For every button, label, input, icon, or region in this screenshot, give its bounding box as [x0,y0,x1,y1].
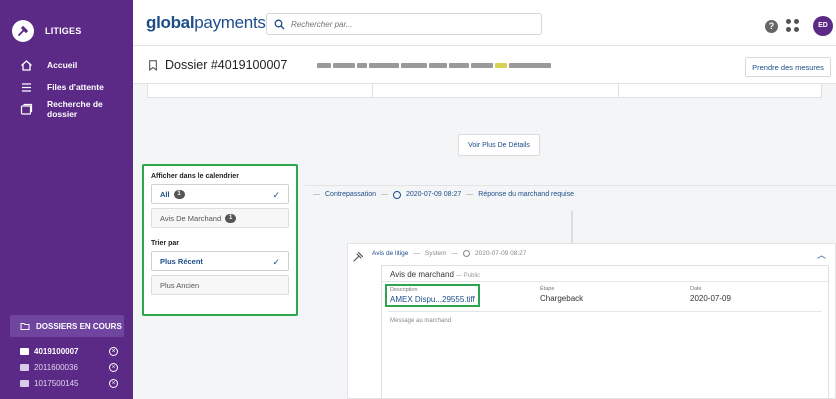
show-more-details-button[interactable]: Voir Plus De Détails [458,134,540,156]
calendar-label: Afficher dans le calendrier [151,173,239,180]
check-icon: ✓ [272,190,280,200]
sidebar-item-case-search[interactable]: Recherche de dossier [0,98,133,120]
logo-bold: global [146,13,195,32]
description-label: Description [390,287,418,293]
open-cases-list: 4019100007 × 2011600036 × 1017500145 × [10,343,124,391]
event-type: Avis de litige [372,250,409,257]
separator: — [380,191,388,198]
dossier-header: Dossier #4019100007 Prendre des mesures [133,46,836,84]
page-title: Dossier #4019100007 [165,58,288,72]
folder-search-icon [20,103,33,115]
card-title-text: Avis de marchand [390,270,454,279]
description-field[interactable]: Description AMEX Dispu...29555.tiff [385,284,480,307]
avatar[interactable]: ED [813,16,833,36]
open-cases-label: DOSSIERS EN COURS [36,321,122,331]
top-bar: globalpayments ? ED [133,0,836,46]
date-value: 2020-07-09 [690,294,731,303]
open-cases-header[interactable]: DOSSIERS EN COURS [10,315,124,337]
chevron-up-icon[interactable]: ︿ [817,248,826,261]
gavel-icon [353,251,364,262]
event-source: System [424,250,447,257]
timeline-status: Réponse du marchand requise [478,191,574,198]
case-number: 1017500145 [34,378,79,388]
card-title: Avis de marchand — Public [382,266,828,282]
list-icon [22,82,31,92]
home-icon [21,59,32,71]
option-label: Avis De Marchand [160,213,222,223]
sidebar-item-label: Accueil [47,60,78,70]
sidebar-item-queues[interactable]: Files d'attente [0,76,133,98]
brand[interactable]: LITIGES [12,20,81,42]
case-item[interactable]: 4019100007 × [10,343,124,359]
gavel-icon [12,20,34,42]
timeline-connector [571,211,573,243]
card-visibility: — Public [456,273,481,279]
separator: — [466,191,474,198]
detail-panel [147,84,822,98]
step-label: Étape [540,286,555,292]
calendar-filter-panel: Afficher dans le calendrier All 1 ✓ Avis… [142,164,298,316]
merchant-message: Message au marchand [390,318,452,324]
timeline-entry[interactable]: — Contrepassation — 2020-07-09 08:27 — R… [305,185,836,203]
step-value: Chargeback [540,294,584,303]
option-label: Plus Récent [160,256,203,266]
sidebar-item-home[interactable]: Accueil [0,54,133,76]
option-label: All [160,189,170,199]
global-payments-logo[interactable]: globalpayments [146,13,266,33]
sidebar-nav: Accueil Files d'attente Recherche de dos… [0,54,133,120]
separator: — [413,250,420,257]
sidebar: LITIGES Accueil Files d'attente Recherch… [0,0,133,399]
folder-icon [20,363,29,371]
folder-icon [20,379,29,387]
sort-label: Trier par [151,240,180,247]
folder-icon [20,323,30,330]
count-badge: 1 [225,213,237,223]
event-timestamp: 2020-07-09 08:27 [475,250,527,257]
count-badge: 1 [173,189,185,199]
sidebar-item-label: Files d'attente [47,82,104,92]
clock-icon [392,190,401,199]
attachment-link[interactable]: AMEX Dispu...29555.tiff [390,295,475,304]
close-icon[interactable]: × [109,346,118,356]
case-item[interactable]: 1017500145 × [10,375,124,391]
case-number: 4019100007 [34,346,79,356]
brand-name: LITIGES [45,26,82,36]
close-icon[interactable]: × [109,378,118,388]
filter-option-all[interactable]: All 1 ✓ [151,184,289,204]
redacted-info [317,62,551,69]
search-icon [274,19,285,29]
case-number: 2011600036 [34,362,78,372]
timeline-timestamp: 2020-07-09 08:27 [405,191,462,198]
check-icon: ✓ [272,257,280,267]
timeline-dash: — [313,191,320,198]
event-panel: Avis de litige — System — 2020-07-09 08:… [347,243,836,399]
sidebar-item-label: Recherche de dossier [47,99,103,119]
bookmark-icon[interactable] [149,60,157,71]
step-field: Étape Chargeback [540,286,583,303]
take-action-button[interactable]: Prendre des mesures [745,57,831,77]
merchant-notice-card: Avis de marchand — Public Description AM… [381,265,829,399]
clock-icon [463,250,471,257]
sort-option-oldest[interactable]: Plus Ancien [151,275,289,295]
sort-option-newest[interactable]: Plus Récent ✓ [151,251,289,271]
filter-option-merchant-notice[interactable]: Avis De Marchand 1 [151,208,289,228]
date-label: Date [690,286,702,292]
event-header[interactable]: Avis de litige — System — 2020-07-09 08:… [372,250,832,260]
card-details: Description AMEX Dispu...29555.tiff Étap… [385,282,822,312]
logo-light: payments [194,13,266,32]
apps-grid-icon[interactable] [786,19,799,32]
help-icon[interactable]: ? [765,20,778,33]
option-label: Plus Ancien [160,280,200,290]
folder-icon [20,347,29,355]
date-field: Date 2020-07-09 [690,286,731,303]
close-icon[interactable]: × [109,362,118,372]
timeline-event-type: Contrepassation [325,191,376,198]
separator: — [451,250,459,257]
search-input[interactable] [291,19,531,29]
case-item[interactable]: 2011600036 × [10,359,124,375]
search-box[interactable] [266,13,542,35]
